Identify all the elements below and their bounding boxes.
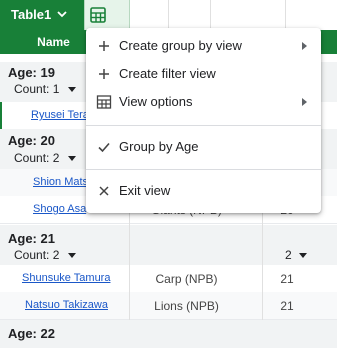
table-icon [90, 7, 106, 23]
grid-divider [285, 0, 286, 30]
player-name-link[interactable]: Shion Mats [33, 176, 88, 188]
table-icon [96, 95, 112, 109]
menu-item-create-group-by-view[interactable]: Create group by view [86, 33, 321, 59]
plus-icon [99, 69, 109, 79]
chevron-down-icon [57, 11, 67, 18]
player-name-link[interactable]: Shogo Asa [33, 203, 86, 215]
group-header: Age: 21 Count: 2 2 [0, 225, 337, 265]
group-count[interactable]: Count: 2 [14, 248, 59, 262]
age-cell: 21 [280, 299, 294, 313]
menu-item-view-options[interactable]: View options [86, 89, 321, 115]
submenu-arrow-icon [302, 98, 307, 106]
player-name-link[interactable]: Natsuo Takizawa [25, 299, 108, 311]
view-context-menu: Create group by view Create filter view … [86, 28, 321, 213]
caret-down-icon[interactable] [68, 253, 76, 258]
table-selector-chip[interactable]: Table1 [0, 0, 84, 30]
menu-item-label: Create filter view [119, 66, 216, 81]
group-title: Age: 20 [8, 133, 55, 148]
row-indicator [0, 102, 2, 129]
group-count[interactable]: Count: 1 [14, 82, 59, 96]
menu-separator [86, 169, 321, 170]
player-name-link[interactable]: Shunsuke Tamura [22, 272, 110, 284]
group-header: Age: 22 [0, 320, 337, 348]
menu-item-exit-view[interactable]: Exit view [86, 178, 321, 204]
group-title: Age: 19 [8, 65, 55, 80]
grid-divider [210, 0, 211, 30]
menu-item-label: View options [119, 94, 193, 109]
group-count[interactable]: Count: 2 [14, 151, 59, 165]
submenu-arrow-icon [302, 42, 307, 50]
player-name-link[interactable]: Ryusei Tera [31, 109, 89, 121]
menu-item-label: Group by Age [119, 139, 199, 154]
close-icon [99, 186, 109, 196]
plus-icon [99, 41, 109, 51]
group-title: Age: 22 [8, 326, 55, 341]
menu-item-create-filter-view[interactable]: Create filter view [86, 61, 321, 87]
table-row: Shunsuke Tamura Carp (NPB) 21 [0, 265, 337, 293]
caret-down-icon[interactable] [68, 156, 76, 161]
table-view-button[interactable] [84, 0, 130, 30]
menu-item-group-by-age[interactable]: Group by Age [86, 134, 321, 160]
table-tab-bar: Table1 [0, 0, 337, 30]
caret-down-icon[interactable] [299, 253, 307, 258]
grid-divider [168, 0, 169, 30]
menu-item-label: Create group by view [119, 38, 242, 53]
check-icon [98, 142, 110, 153]
age-cell: 21 [280, 272, 294, 286]
team-cell: Lions (NPB) [154, 299, 219, 313]
table-name: Table1 [11, 7, 52, 22]
menu-item-label: Exit view [119, 183, 171, 198]
menu-separator [86, 125, 321, 126]
caret-down-icon[interactable] [68, 87, 76, 92]
table-row: Natsuo Takizawa Lions (NPB) 21 [0, 292, 337, 320]
group-count-right[interactable]: 2 [285, 248, 292, 262]
team-cell: Carp (NPB) [155, 272, 218, 286]
group-title: Age: 21 [8, 231, 55, 246]
